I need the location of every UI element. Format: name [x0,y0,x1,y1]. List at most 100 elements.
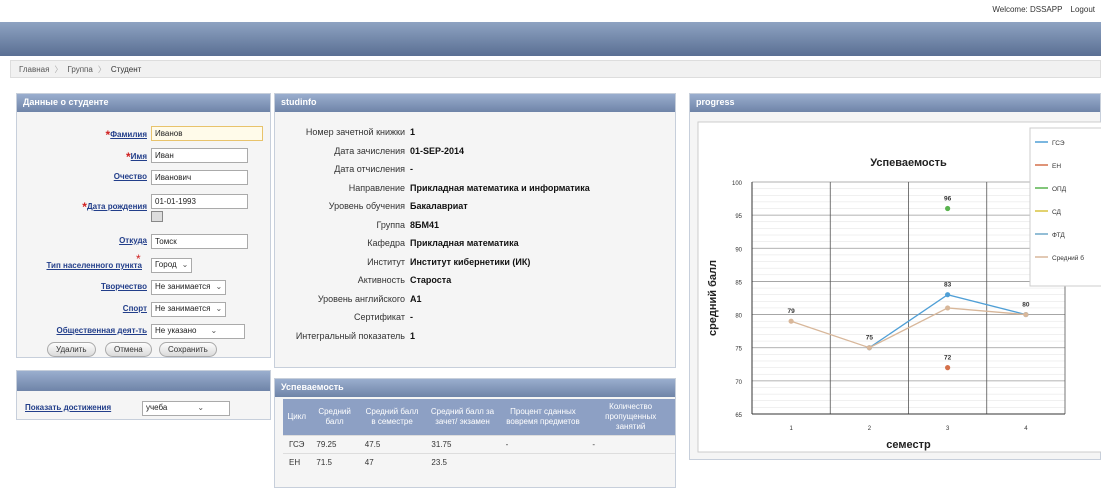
studinfo-row: Номер зачетной книжки 1 [275,124,675,141]
achievements-label[interactable]: Показать достижения [25,403,111,412]
column-header[interactable]: Средний балл [310,399,359,436]
studinfo-key: Кафедра [367,238,405,248]
chevron-down-icon: ⌄ [215,282,223,291]
name-input[interactable] [151,148,248,163]
chevron-down-icon: ⌄ [215,304,223,313]
table-body: ГСЭ 79.25 47.5 31.75- - ЕН 71.5 47 23.5 [283,435,675,471]
studinfo-key: Направление [348,182,405,193]
save-button[interactable]: Сохранить [159,342,217,357]
table-cell: ЕН [283,453,311,471]
surname-label[interactable]: *Фамилия [106,128,147,142]
data-point [945,305,951,311]
data-point [945,365,951,371]
studinfo-title: studinfo [275,94,675,112]
table-cell: 47.5 [358,435,426,454]
studinfo-key: Дата зачисления [334,145,405,156]
progress-title: progress [690,94,1100,112]
origin-input[interactable] [151,234,248,249]
studinfo-value: Староста [410,275,452,285]
legend-entry: ЕН [1052,163,1061,170]
settlement-label[interactable]: Тип населенного пункта [46,261,142,270]
breadcrumb-separator-icon: 〉 [97,65,106,74]
studinfo-value: Бакалавриат [410,201,468,211]
studinfo-panel: studinfo Номер зачетной книжки 1 Дата зачи… [274,93,676,368]
table-cell [586,453,675,471]
breadcrumb-group[interactable]: Группа [67,65,92,74]
logout-link[interactable]: Logout [1071,5,1095,14]
creativity-select[interactable]: Не занимается ⌄ [151,280,227,295]
y-tick-label: 85 [735,280,742,286]
studinfo-row: Активность Староста [275,272,675,289]
achievements-panel: Показать достижения учеба ⌄ [16,370,271,420]
data-label: 72 [944,355,952,362]
column-header[interactable]: Средний балл за зачет/ экзамен [425,399,500,436]
settlement-row: Тип населенного пункта * Город ⌄ [17,252,272,273]
birthdate-label[interactable]: *Дата рождения [82,200,147,214]
studinfo-row: Кафедра Прикладная математика [275,235,675,252]
achievements-select[interactable]: учеба ⌄ [142,401,230,416]
studinfo-value: - [410,164,413,174]
progress-panel: progress 65 70 75 80 85 90 95 100 1 2 3 4 Успеваемос… [689,93,1101,460]
top-bar: Welcome: DSSAPP Logout [0,0,1101,22]
cancel-button[interactable]: Отмена [105,342,152,357]
data-label: 83 [944,282,952,289]
calendar-icon[interactable] [151,211,163,222]
data-label: 79 [788,308,796,315]
studinfo-row: Интегральный показатель 1 [275,328,675,345]
studinfo-key: Активность [357,275,405,285]
studinfo-value: 01-SEP-2014 [410,145,465,156]
studinfo-key: Интегральный показатель [295,330,405,341]
data-point [788,318,794,324]
column-header[interactable]: Цикл [283,399,311,436]
table-cell: 47 [358,453,426,471]
origin-label[interactable]: Откуда [119,236,147,245]
origin-row: Откуда [17,232,272,250]
studinfo-row: Дата зачисления 01-SEP-2014 [275,143,675,160]
y-tick-label: 70 [735,380,742,386]
y-tick-label: 75 [735,347,742,353]
patronymic-label[interactable]: Очество [114,172,147,181]
studinfo-value: - [410,312,413,322]
breadcrumb-separator-icon: 〉 [54,65,63,74]
sport-select[interactable]: Не занимается ⌄ [151,302,227,317]
studinfo-row: Дата отчисления - [275,161,675,178]
studinfo-key: Группа [376,219,405,230]
studinfo-key: Институт [367,256,405,267]
table-cell: 79.25 [310,435,359,454]
social-row: Общественная деят-ть Не указано ⌄ [17,322,272,340]
creativity-label[interactable]: Творчество [101,282,147,291]
social-label[interactable]: Общественная деят-ть [56,326,147,335]
column-header[interactable]: Средний балл в семестре [358,399,426,436]
patronymic-input[interactable] [151,170,248,185]
column-header[interactable]: Количество пропущенных занятий [586,399,675,436]
name-label[interactable]: *Имя [126,150,147,164]
surname-input[interactable] [151,126,263,141]
table-cell: ГСЭ [283,435,311,454]
birthdate-input[interactable] [151,194,248,209]
studinfo-value: Институт кибернетики (ИК) [410,256,531,267]
column-header[interactable]: Процент сданных вовремя предметов [499,399,587,436]
breadcrumb-current: Студент [110,65,142,74]
y-tick-label: 100 [732,181,743,187]
y-tick-label: 95 [735,214,742,220]
studinfo-value: Прикладная математика и информатика [410,182,590,193]
social-select[interactable]: Не указано ⌄ [151,324,245,339]
legend-entry: Средний б [1052,254,1084,262]
y-tick-label: 80 [735,314,742,320]
patronymic-row: Очество [17,168,272,186]
studinfo-value: 1 [410,330,416,341]
breadcrumb-home[interactable]: Главная [19,65,49,74]
sport-label[interactable]: Спорт [123,304,147,313]
x-axis-label: семестр [886,439,931,451]
creativity-row: Творчество Не занимается ⌄ [17,278,272,296]
legend-entry: СД [1052,209,1062,216]
table-header-row: Цикл Средний балл Средний балл в семестре С… [283,399,675,436]
delete-button[interactable]: Удалить [47,342,96,357]
performance-table: Цикл Средний балл Средний балл в семестре С… [283,399,675,471]
table-row: ГСЭ 79.25 47.5 31.75- - [283,435,675,454]
settlement-select[interactable]: Город ⌄ [151,258,193,273]
birthdate-row: *Дата рождения [17,192,272,214]
y-axis-label: средний балл [707,260,719,336]
studinfo-key: Дата отчисления [334,164,405,174]
table-cell: - [499,435,587,454]
